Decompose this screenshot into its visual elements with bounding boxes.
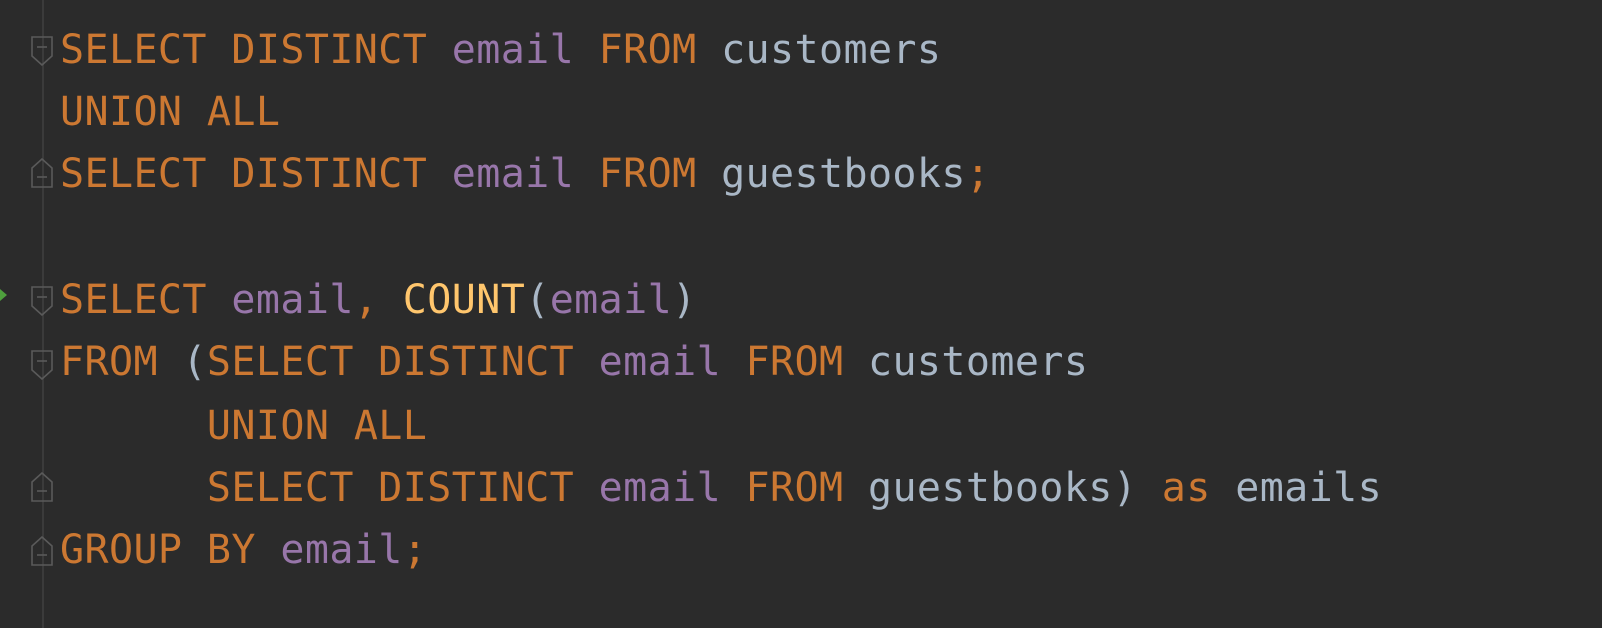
code-line[interactable]: GROUP BY email; [60,518,427,582]
code-token: emails [1235,465,1383,511]
code-token: customers [867,339,1089,385]
code-token: ALL [353,403,428,449]
code-token: ( [182,339,207,385]
code-token: as [1161,465,1211,511]
code-token: ) [1112,465,1138,511]
code-token: DISTINCT [378,465,575,511]
code-token: DISTINCT [231,27,428,73]
code-token: DISTINCT [231,151,428,197]
fold-end-icon[interactable] [31,158,53,188]
code-token: email [231,277,354,323]
code-token: DISTINCT [378,339,575,385]
code-token: email [549,277,673,323]
code-token: UNION [206,403,330,449]
code-line[interactable]: SELECT email, COUNT(email) [60,268,697,332]
code-line[interactable]: FROM (SELECT DISTINCT email FROM custome… [60,330,1088,394]
code-line[interactable]: SELECT DISTINCT email FROM customers [60,18,941,82]
code-token: SELECT [60,277,207,323]
code-token: SELECT [206,339,354,385]
code-token: guestbooks [867,465,1113,511]
code-token: FROM [598,151,697,197]
run-arrow-icon[interactable] [0,289,7,301]
code-token: BY [206,527,256,573]
code-token: FROM [745,339,844,385]
code-editor[interactable]: SELECT DISTINCT email FROM customers UNIO… [0,0,1602,628]
code-token: ; [402,527,428,573]
code-token: FROM [745,465,844,511]
code-token: , [353,277,379,323]
fold-end-icon[interactable] [31,536,53,566]
code-token: email [451,151,575,197]
code-token: UNION [60,89,183,135]
code-line[interactable]: SELECT DISTINCT email FROM guestbooks) a… [60,456,1382,520]
fold-start-icon[interactable] [31,286,53,316]
code-token: customers [721,27,942,73]
code-token: ALL [206,89,281,135]
code-line[interactable]: SELECT DISTINCT email FROM guestbooks; [60,142,990,206]
code-token: guestbooks [721,151,966,197]
code-token: FROM [598,27,697,73]
code-token: COUNT [402,277,526,323]
code-token: ( [525,277,550,323]
code-token: email [598,465,722,511]
fold-end-icon[interactable] [31,472,53,502]
code-token: email [280,527,403,573]
code-token: GROUP [60,527,183,573]
code-token: ; [965,151,991,197]
code-token: SELECT [60,151,207,197]
fold-start-icon[interactable] [31,36,53,66]
code-token: FROM [60,339,158,385]
code-line[interactable]: UNION ALL [60,394,427,458]
code-token: ) [672,277,697,323]
code-line[interactable]: UNION ALL [60,80,280,144]
code-token: SELECT [60,27,207,73]
code-token: email [451,27,575,73]
code-token: SELECT [206,465,354,511]
fold-start-icon[interactable] [31,350,53,380]
code-token: email [598,339,722,385]
